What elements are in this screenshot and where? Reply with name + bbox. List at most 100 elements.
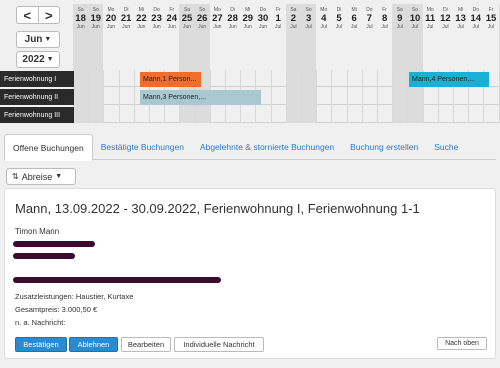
day-column: Mo 20 Jun [103,4,118,123]
day-number: 4 [321,13,327,24]
month-label: Jun [152,24,161,30]
tab-confirmed-bookings[interactable]: Bestätigte Buchungen [93,134,192,160]
grid-line [270,70,272,123]
day-column: Di 5 Jul [331,4,346,123]
grid-line [361,70,363,123]
day-number: 19 [90,13,102,24]
day-column: Sa 25 Jun [179,4,195,123]
grid-line [316,70,318,123]
prev-button[interactable]: < [17,7,38,23]
tab-open-bookings[interactable]: Offene Buchungen [4,134,93,161]
apartment-label: Ferienwohnung II [0,89,74,105]
month-label: Jul [335,24,343,30]
month-label: Jun [76,24,85,30]
day-column: Mi 13 Jul [453,4,468,123]
day-column: Fr 24 Jun [164,4,179,123]
sort-dropdown[interactable]: ⇅ Abreise ▼ [6,168,76,185]
grid-line [498,70,500,123]
day-column: Di 12 Jul [438,4,453,123]
booking-bar[interactable]: Mann,1 Person... [140,72,201,87]
month-select[interactable]: Jun ▼ [16,31,60,48]
day-column: So 19 Jun [88,4,104,123]
booking-bar[interactable]: Mann,4 Personen,... [409,72,489,87]
day-number: 22 [136,13,147,24]
next-button[interactable]: > [37,7,60,23]
day-number: 27 [212,13,223,24]
caret-down-icon: ▼ [46,56,54,63]
year-select[interactable]: 2022 ▼ [16,51,60,68]
day-number: 21 [120,13,132,24]
day-column: Fr 1 Jul [271,4,286,123]
tab-create-booking[interactable]: Buchung erstellen [342,134,426,160]
day-number: 5 [336,13,342,24]
day-number: 3 [305,13,312,24]
grid-line [392,70,394,123]
day-column: So 3 Jul [301,4,317,123]
message-info: n. a. Nachricht: [15,318,66,327]
day-number: 30 [257,13,269,24]
apartment-label: Ferienwohnung III [0,107,74,123]
grid-line [103,70,105,123]
grid-line [301,70,302,123]
day-number: 18 [75,13,86,24]
day-column: Do 30 Jun [255,4,270,123]
day-number: 10 [409,13,421,24]
back-to-top-button[interactable]: Nach oben [437,337,487,350]
grid-line [118,70,120,123]
caret-down-icon: ▼ [44,36,52,43]
grid-line [285,70,287,123]
day-column: Mi 22 Jun [134,4,149,123]
tab-rejected-bookings[interactable]: Abgelehnte & stornierte Buchungen [192,134,342,160]
grid-line [133,70,135,123]
custom-message-button[interactable]: Individuelle Nachricht [174,337,264,352]
year-value: 2022 [22,54,45,65]
day-column: So 10 Jul [407,4,423,123]
total-price: Gesamtpreis: 3.000,50 € [15,305,98,314]
month-label: Jun [122,24,131,30]
day-number: 6 [351,13,357,24]
day-column: Sa 2 Jul [285,4,301,123]
reject-button[interactable]: Ablehnen [69,337,118,352]
day-column: Mi 29 Jun [240,4,255,123]
caret-down-icon: ▼ [55,173,63,180]
month-label: Jul [487,24,495,30]
booking-title: Mann, 13.09.2022 - 30.09.2022, Ferienwoh… [15,201,420,216]
month-label: Jun [228,24,237,30]
month-label: Jul [350,24,358,30]
day-number: 24 [166,13,178,24]
grid-line [377,70,378,123]
month-label: Jul [366,24,373,30]
day-number: 23 [151,13,162,24]
tab-search[interactable]: Suche [426,134,466,160]
month-label: Jul [290,24,297,30]
day-number: 25 [181,13,193,24]
day-number: 26 [196,13,208,24]
day-column: Sa 9 Jul [392,4,408,123]
redacted-text [13,241,95,247]
sort-az-icon: ⇅ [12,172,19,181]
month-label: Jul [381,24,388,30]
confirm-button[interactable]: Bestätigen [15,337,67,352]
month-label: Jul [472,24,479,30]
month-label: Jun [137,24,146,30]
calendar-nav: < > [16,6,60,24]
grid-line [346,70,348,123]
day-number: 7 [366,13,373,24]
day-column: Sa 18 Jun [73,4,89,123]
booking-bar[interactable]: Mann,3 Personen,... [140,90,261,105]
day-number: 11 [425,13,436,24]
month-label: Jul [442,24,449,30]
month-value: Jun [24,34,43,45]
month-label: Jun [182,24,192,30]
month-label: Jun [91,24,100,30]
grid-line [331,70,333,123]
month-label: Jun [213,24,222,30]
month-label: Jul [320,24,327,30]
day-number: 8 [381,13,388,24]
month-label: Jun [243,24,252,30]
edit-button[interactable]: Bearbeiten [121,337,171,352]
booking-tabs: Offene Buchungen Bestätigte Buchungen Ab… [4,134,496,161]
month-label: Jun [167,24,176,30]
day-column: Mo 11 Jul [423,4,438,123]
day-column: Mi 6 Jul [347,4,362,123]
